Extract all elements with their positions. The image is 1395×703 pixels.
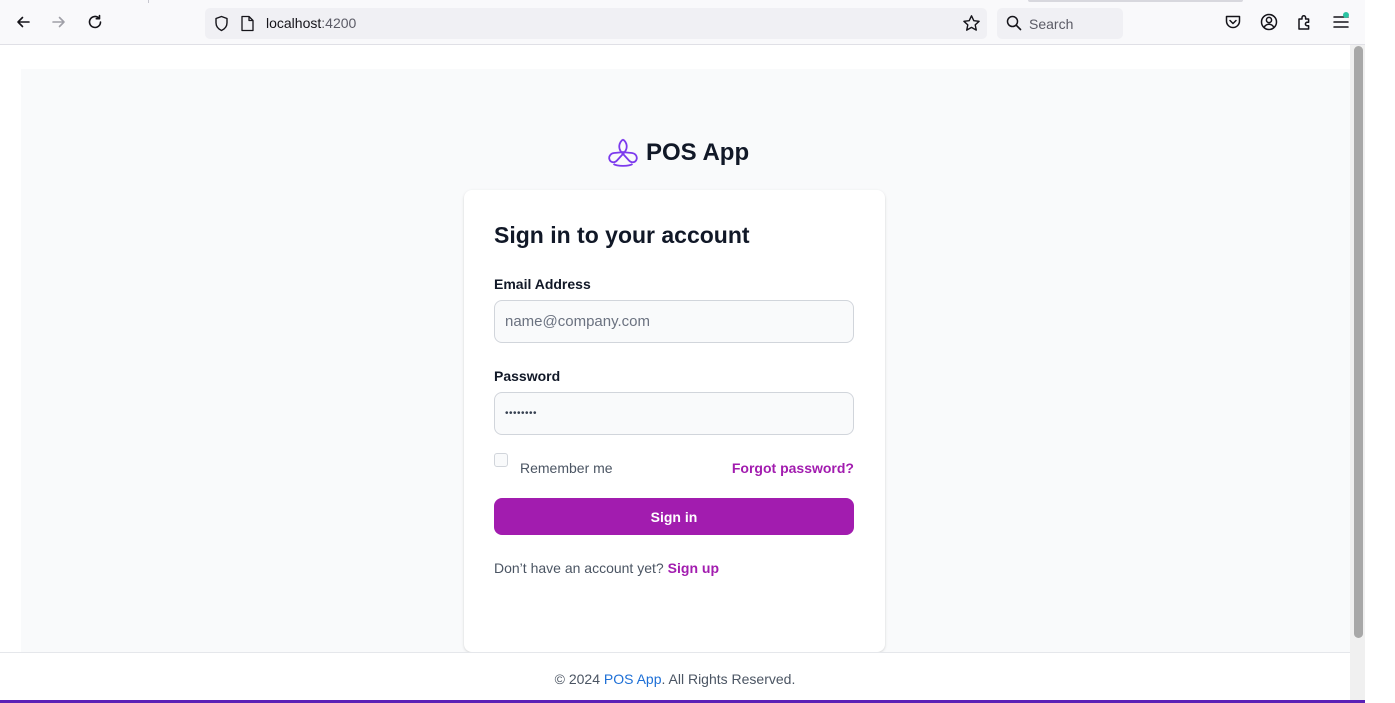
tab-divider (148, 0, 149, 3)
login-card: Sign in to your account Email Address Pa… (464, 190, 885, 652)
footer-rights: . All Rights Reserved. (661, 671, 796, 687)
reload-button[interactable] (81, 8, 109, 36)
back-button[interactable] (9, 8, 37, 36)
search-placeholder: Search (1029, 16, 1074, 32)
search-bar[interactable]: Search (997, 8, 1123, 39)
tab-strip-edge (1028, 0, 1243, 2)
signup-row: Don’t have an account yet? Sign up (494, 560, 719, 576)
url-host: localhost (266, 15, 322, 31)
remember-me-label[interactable]: Remember me (520, 460, 613, 476)
brand-name: POS App (646, 139, 750, 166)
sign-in-button[interactable]: Sign in (494, 498, 854, 535)
address-bar[interactable]: localhost:4200 (205, 8, 987, 39)
browser-toolbar: localhost:4200 Search (0, 0, 1365, 45)
signup-prompt: Don’t have an account yet? (494, 560, 664, 576)
knot-logo-icon (608, 138, 638, 167)
pocket-icon (1225, 15, 1241, 29)
pocket-button[interactable] (1223, 12, 1243, 32)
search-icon (1006, 15, 1022, 31)
arrow-left-icon (17, 16, 30, 28)
page-icon (241, 15, 254, 32)
email-label: Email Address (494, 276, 591, 292)
window-edge (1365, 0, 1395, 703)
puzzle-icon (1298, 14, 1310, 30)
login-title: Sign in to your account (494, 222, 750, 248)
url-port: :4200 (321, 15, 357, 31)
update-indicator-dot (1343, 12, 1349, 18)
extensions-button[interactable] (1295, 12, 1315, 32)
scrollbar-thumb[interactable] (1354, 46, 1363, 638)
account-button[interactable] (1259, 12, 1279, 32)
footer-copyright: © 2024 (554, 671, 601, 687)
forgot-password-link[interactable]: Forgot password? (732, 460, 854, 476)
page-viewport: POS App Sign in to your account Email Ad… (0, 45, 1350, 700)
email-field[interactable] (494, 300, 854, 343)
shield-icon[interactable] (213, 15, 230, 32)
page-footer: © 2024 POS App. All Rights Reserved. (0, 652, 1350, 700)
url-text[interactable]: localhost:4200 (266, 15, 356, 32)
password-field[interactable] (494, 392, 854, 435)
password-label: Password (494, 368, 561, 384)
footer-brand-link[interactable]: POS App (604, 671, 662, 687)
sign-up-link[interactable]: Sign up (668, 560, 719, 576)
star-icon[interactable] (962, 14, 981, 33)
brand-header[interactable]: POS App (607, 137, 749, 169)
remember-me-checkbox[interactable] (494, 453, 508, 467)
footer-text: © 2024 POS App. All Rights Reserved. (0, 671, 1350, 687)
reload-icon (88, 14, 102, 29)
arrow-right-icon (52, 16, 65, 28)
forward-button[interactable] (45, 8, 73, 36)
account-icon (1260, 13, 1278, 31)
